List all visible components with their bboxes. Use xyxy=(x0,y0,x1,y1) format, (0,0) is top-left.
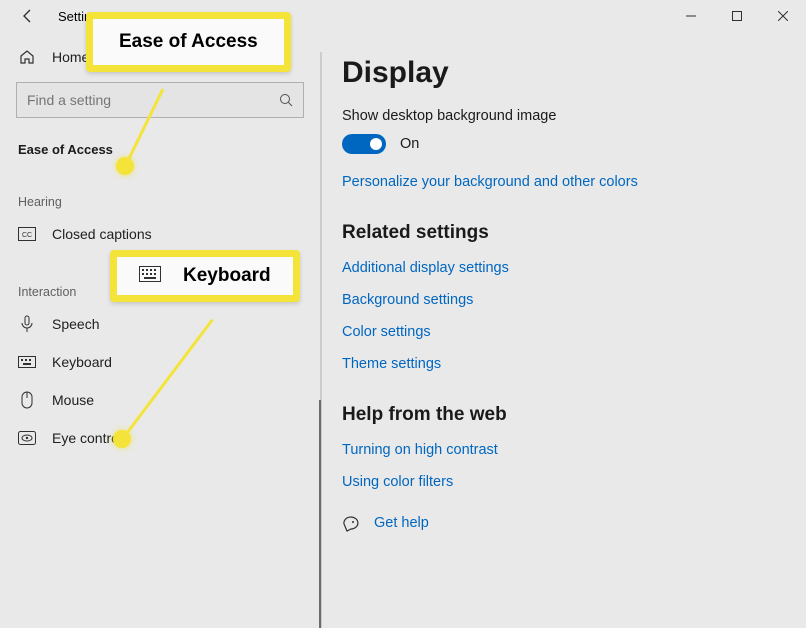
related-heading: Related settings xyxy=(342,222,784,244)
sidebar: Home Ease of Access Hearing CC Closed ca… xyxy=(0,32,320,628)
back-icon xyxy=(21,9,35,23)
help-heading: Help from the web xyxy=(342,404,784,426)
maximize-button[interactable] xyxy=(714,0,760,32)
eye-control-icon xyxy=(18,429,36,447)
closed-captions-icon: CC xyxy=(18,225,36,243)
link-high-contrast[interactable]: Turning on high contrast xyxy=(342,442,784,458)
closed-captions-label: Closed captions xyxy=(52,226,152,242)
svg-text:CC: CC xyxy=(22,232,32,239)
minimize-button[interactable] xyxy=(668,0,714,32)
home-label: Home xyxy=(52,49,89,65)
bg-image-label: Show desktop background image xyxy=(342,108,784,124)
sidebar-item-keyboard[interactable]: Keyboard xyxy=(0,343,320,381)
keyboard-icon xyxy=(18,353,36,371)
sidebar-item-eye-control[interactable]: Eye control xyxy=(0,419,320,457)
link-color-settings[interactable]: Color settings xyxy=(342,324,784,340)
main-content: Display Show desktop background image On… xyxy=(320,32,806,628)
search-box[interactable] xyxy=(16,82,304,118)
sidebar-item-closed-captions[interactable]: CC Closed captions xyxy=(0,215,320,253)
sidebar-item-speech[interactable]: Speech xyxy=(0,305,320,343)
mouse-icon xyxy=(18,391,36,409)
personalize-link[interactable]: Personalize your background and other co… xyxy=(342,174,784,190)
link-background-settings[interactable]: Background settings xyxy=(342,292,784,308)
callout-ease-label: Ease of Access xyxy=(119,31,258,53)
group-hearing: Hearing xyxy=(0,189,320,215)
callout-keyboard: Keyboard xyxy=(110,250,300,302)
link-theme-settings[interactable]: Theme settings xyxy=(342,356,784,372)
maximize-icon xyxy=(732,11,742,21)
eye-control-label: Eye control xyxy=(52,430,122,446)
bg-image-toggle[interactable] xyxy=(342,134,386,154)
close-icon xyxy=(778,11,788,21)
marker-ease xyxy=(116,157,134,175)
speech-label: Speech xyxy=(52,316,99,332)
minimize-icon xyxy=(686,11,696,21)
link-additional-display[interactable]: Additional display settings xyxy=(342,260,784,276)
get-help-icon xyxy=(342,514,360,532)
get-help-link[interactable]: Get help xyxy=(374,515,429,531)
search-icon xyxy=(279,93,293,107)
sidebar-heading: Ease of Access xyxy=(0,136,320,163)
callout-keyboard-label: Keyboard xyxy=(183,265,271,287)
callout-keyboard-icon xyxy=(139,266,161,286)
mouse-label: Mouse xyxy=(52,392,94,408)
microphone-icon xyxy=(18,315,36,333)
back-button[interactable] xyxy=(16,4,40,28)
home-icon xyxy=(18,48,36,66)
marker-keyboard xyxy=(113,430,131,448)
link-color-filters[interactable]: Using color filters xyxy=(342,474,784,490)
callout-ease-of-access: Ease of Access xyxy=(86,12,291,72)
keyboard-label: Keyboard xyxy=(52,354,112,370)
toggle-state: On xyxy=(400,136,419,152)
close-button[interactable] xyxy=(760,0,806,32)
page-title: Display xyxy=(342,56,784,90)
